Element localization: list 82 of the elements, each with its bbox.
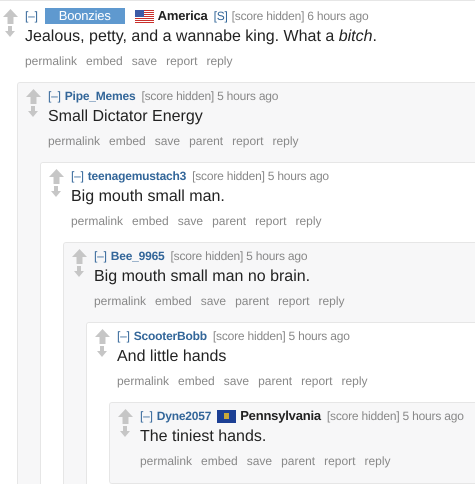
- action-link[interactable]: permalink: [94, 293, 146, 309]
- comment-text: Big mouth small man.: [71, 187, 226, 207]
- action-link[interactable]: reply: [364, 453, 390, 469]
- action-link[interactable]: parent: [281, 453, 316, 469]
- action-link[interactable]: reply: [341, 373, 368, 389]
- action-link[interactable]: embed: [178, 373, 215, 389]
- action-link[interactable]: save: [224, 373, 250, 389]
- action-link[interactable]: parent: [258, 373, 292, 389]
- downvote-icon[interactable]: [51, 186, 61, 197]
- timestamp: 5 hours ago: [402, 408, 464, 424]
- timestamp: 5 hours ago: [268, 168, 329, 184]
- action-link[interactable]: save: [132, 53, 158, 69]
- action-link[interactable]: report: [324, 453, 356, 469]
- downvote-icon[interactable]: [28, 106, 38, 117]
- user-flair: Pennsylvania: [240, 408, 321, 424]
- score-label: [score hidden]: [192, 168, 265, 184]
- timestamp: 5 hours ago: [288, 328, 350, 344]
- action-link[interactable]: report: [255, 213, 286, 229]
- action-link[interactable]: parent: [189, 133, 224, 149]
- action-link[interactable]: permalink: [48, 133, 100, 149]
- timestamp: 5 hours ago: [246, 248, 308, 264]
- comment-text: Small Dictator Energy: [48, 107, 204, 127]
- comment-text: Big mouth small man no brain.: [94, 267, 312, 287]
- action-link[interactable]: save: [200, 293, 226, 309]
- score-label: [score hidden]: [212, 328, 286, 344]
- author-link[interactable]: teenagemustach3: [88, 168, 186, 184]
- action-link[interactable]: parent: [235, 293, 270, 309]
- action-link[interactable]: embed: [86, 53, 123, 69]
- downvote-icon[interactable]: [120, 426, 130, 437]
- action-link[interactable]: reply: [295, 213, 322, 229]
- author-link[interactable]: ScooterBobb: [134, 328, 207, 344]
- action-link[interactable]: permalink: [140, 453, 192, 469]
- downvote-icon[interactable]: [74, 266, 84, 277]
- score-label: [score hidden]: [141, 88, 214, 104]
- action-link[interactable]: save: [154, 133, 180, 149]
- action-link[interactable]: reply: [318, 293, 344, 309]
- collapse-toggle[interactable]: [–]: [94, 248, 107, 264]
- user-flair: America: [158, 8, 208, 24]
- author-link[interactable]: Bee_9965: [110, 248, 165, 264]
- timestamp: 6 hours ago: [307, 8, 368, 24]
- collapse-toggle[interactable]: [–]: [71, 168, 84, 184]
- action-link[interactable]: reply: [206, 53, 232, 69]
- action-link[interactable]: embed: [109, 133, 146, 149]
- upvote-icon[interactable]: [48, 169, 64, 184]
- action-link[interactable]: save: [178, 213, 204, 229]
- action-link[interactable]: permalink: [117, 373, 170, 389]
- score-label: [score hidden]: [232, 8, 304, 24]
- downvote-icon[interactable]: [5, 26, 15, 37]
- upvote-icon[interactable]: [72, 249, 86, 264]
- action-link[interactable]: report: [301, 373, 332, 389]
- action-link[interactable]: permalink: [71, 213, 124, 229]
- action-link[interactable]: report: [166, 53, 198, 69]
- collapse-toggle[interactable]: [–]: [117, 328, 130, 344]
- timestamp: 5 hours ago: [217, 88, 278, 104]
- action-link[interactable]: embed: [132, 213, 169, 229]
- action-link[interactable]: permalink: [25, 53, 78, 69]
- upvote-icon[interactable]: [26, 89, 40, 104]
- upvote-icon[interactable]: [94, 329, 110, 344]
- author-link[interactable]: Dyne2057: [156, 408, 212, 424]
- action-link[interactable]: report: [278, 293, 310, 309]
- action-link[interactable]: report: [232, 133, 264, 149]
- author-link[interactable]: Pipe_Memes: [64, 88, 136, 104]
- upvote-icon[interactable]: [2, 9, 18, 24]
- score-label: [score hidden]: [170, 248, 244, 264]
- author-link[interactable]: Boonzies: [44, 8, 125, 24]
- downvote-icon[interactable]: [97, 346, 107, 357]
- submitter-label: [S]: [214, 8, 228, 24]
- action-link[interactable]: parent: [212, 213, 246, 229]
- collapse-toggle[interactable]: [–]: [140, 408, 153, 424]
- flag-icon: [134, 10, 154, 22]
- comment-text: And little hands: [117, 347, 228, 367]
- score-label: [score hidden]: [326, 408, 400, 424]
- action-link[interactable]: reply: [272, 133, 298, 149]
- flag-icon: [217, 410, 236, 422]
- action-link[interactable]: embed: [155, 293, 192, 309]
- action-link[interactable]: embed: [201, 453, 238, 469]
- action-link[interactable]: save: [246, 453, 272, 469]
- comment-text: Jealous, petty, and a wannabe king. What a bitch.: [25, 27, 378, 47]
- collapse-toggle[interactable]: [–]: [25, 8, 38, 24]
- upvote-icon[interactable]: [118, 409, 132, 424]
- collapse-toggle[interactable]: [–]: [48, 88, 61, 104]
- comment-text: The tiniest hands.: [140, 427, 268, 447]
